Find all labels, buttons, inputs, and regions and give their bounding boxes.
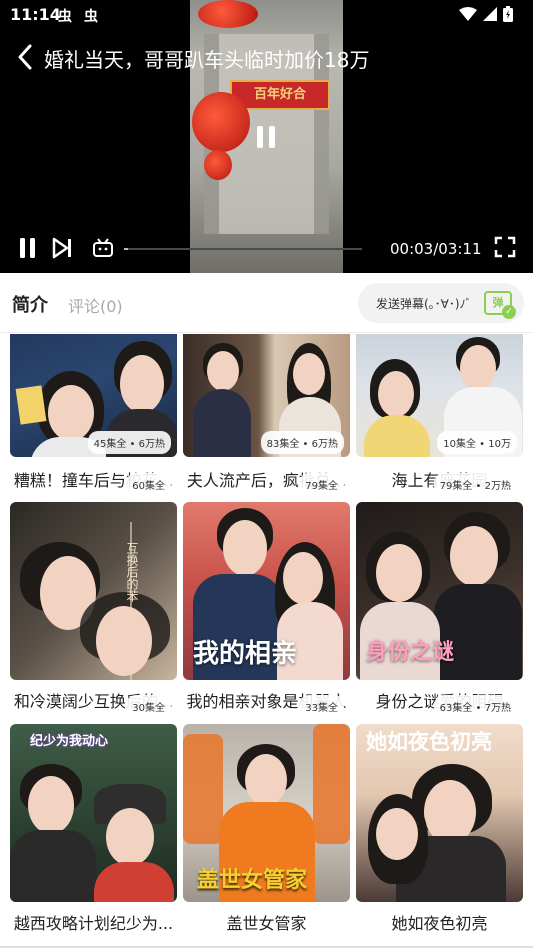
danmaku-placeholder: 发送弹幕(｡･∀･)ﾉﾞ	[376, 297, 472, 311]
drama-badge: 83集全 • 6万热	[260, 431, 344, 454]
red-lantern	[204, 150, 232, 180]
progress-bar[interactable]	[124, 248, 362, 250]
danmaku-send-icon[interactable]: 弹 ✓	[484, 291, 516, 319]
drama-badge: 33集全	[299, 695, 344, 718]
battery-icon	[503, 6, 513, 22]
progress-fill	[124, 248, 128, 250]
tabs-bar: 简介 评论(0) 发送弹幕(｡･∀･)ﾉﾞ 弹 ✓	[0, 273, 533, 333]
danmaku-input[interactable]: 发送弹幕(｡･∀･)ﾉﾞ 弹 ✓	[358, 283, 524, 323]
tab-intro[interactable]: 简介	[12, 291, 48, 317]
wifi-icon	[459, 7, 477, 21]
notification-bug-icon: 虫	[84, 9, 98, 25]
back-arrow-icon[interactable]	[12, 42, 40, 72]
danmaku-toggle-icon[interactable]	[92, 238, 114, 258]
drama-cover: 盖世女管家	[183, 724, 350, 902]
cover-text: 她如夜色初亮	[366, 729, 492, 754]
player-controls: 00:03/03:11	[0, 232, 533, 266]
drama-badge: 79集全	[299, 473, 344, 496]
drama-title: 盖世女管家	[226, 914, 307, 933]
notification-bug-icon: 虫	[58, 9, 72, 25]
red-lantern	[192, 92, 250, 152]
drama-grid: 45集全 • 6万热 糟糕！撞车后与校花... 83集全 • 6万热 夫人流产后…	[0, 334, 533, 948]
video-title: 婚礼当天，哥哥趴车头临时加价18万	[44, 48, 370, 72]
drama-badge: 45集全 • 6万热	[87, 431, 171, 454]
drama-title: 越西攻略计划纪少为...	[13, 914, 174, 933]
video-player[interactable]: 百年好合 11:14 虫 虫 婚礼当天，哥哥趴车头临时加价18万 00:03/0…	[0, 0, 533, 273]
signal-icon	[483, 7, 497, 21]
playback-time: 00:03/03:11	[390, 240, 482, 258]
check-icon: ✓	[502, 305, 516, 319]
cover-text: 身份之谜	[366, 639, 455, 665]
video-title-row: 婚礼当天，哥哥趴车头临时加价18万	[0, 38, 533, 78]
cover-text: 纪少为我动心	[30, 734, 109, 749]
fullscreen-icon[interactable]	[494, 236, 516, 258]
center-pause-icon[interactable]	[255, 124, 277, 150]
drama-badge: 63集全 • 7万热	[433, 695, 517, 718]
drama-cover: 她如夜色初亮	[356, 724, 523, 902]
drama-badge: 30集全	[126, 695, 171, 718]
pause-icon[interactable]	[18, 236, 38, 260]
cover-text: 盖世女管家	[197, 867, 308, 893]
drama-badge: 10集全 • 10万	[437, 431, 517, 454]
drama-title: 她如夜色初亮	[391, 914, 488, 933]
cover-text: 我的相亲	[193, 639, 298, 669]
next-episode-icon[interactable]	[52, 236, 74, 260]
status-bar: 11:14 虫 虫	[0, 0, 533, 30]
drama-cover: 身份之谜	[356, 502, 523, 680]
drama-cover: 互换后的苯	[10, 502, 177, 680]
danmaku-icon-label: 弹	[492, 296, 504, 309]
tab-comments[interactable]: 评论(0)	[68, 293, 123, 317]
status-time: 11:14	[10, 5, 61, 24]
drama-cover: 纪少为我动心	[10, 724, 177, 902]
drama-badge: 60集全	[126, 473, 171, 496]
system-icons	[459, 6, 513, 22]
cover-text: 互换后的苯	[125, 542, 139, 602]
drama-badge: 79集全 • 2万热	[433, 473, 517, 496]
drama-cover: 我的相亲	[183, 502, 350, 680]
